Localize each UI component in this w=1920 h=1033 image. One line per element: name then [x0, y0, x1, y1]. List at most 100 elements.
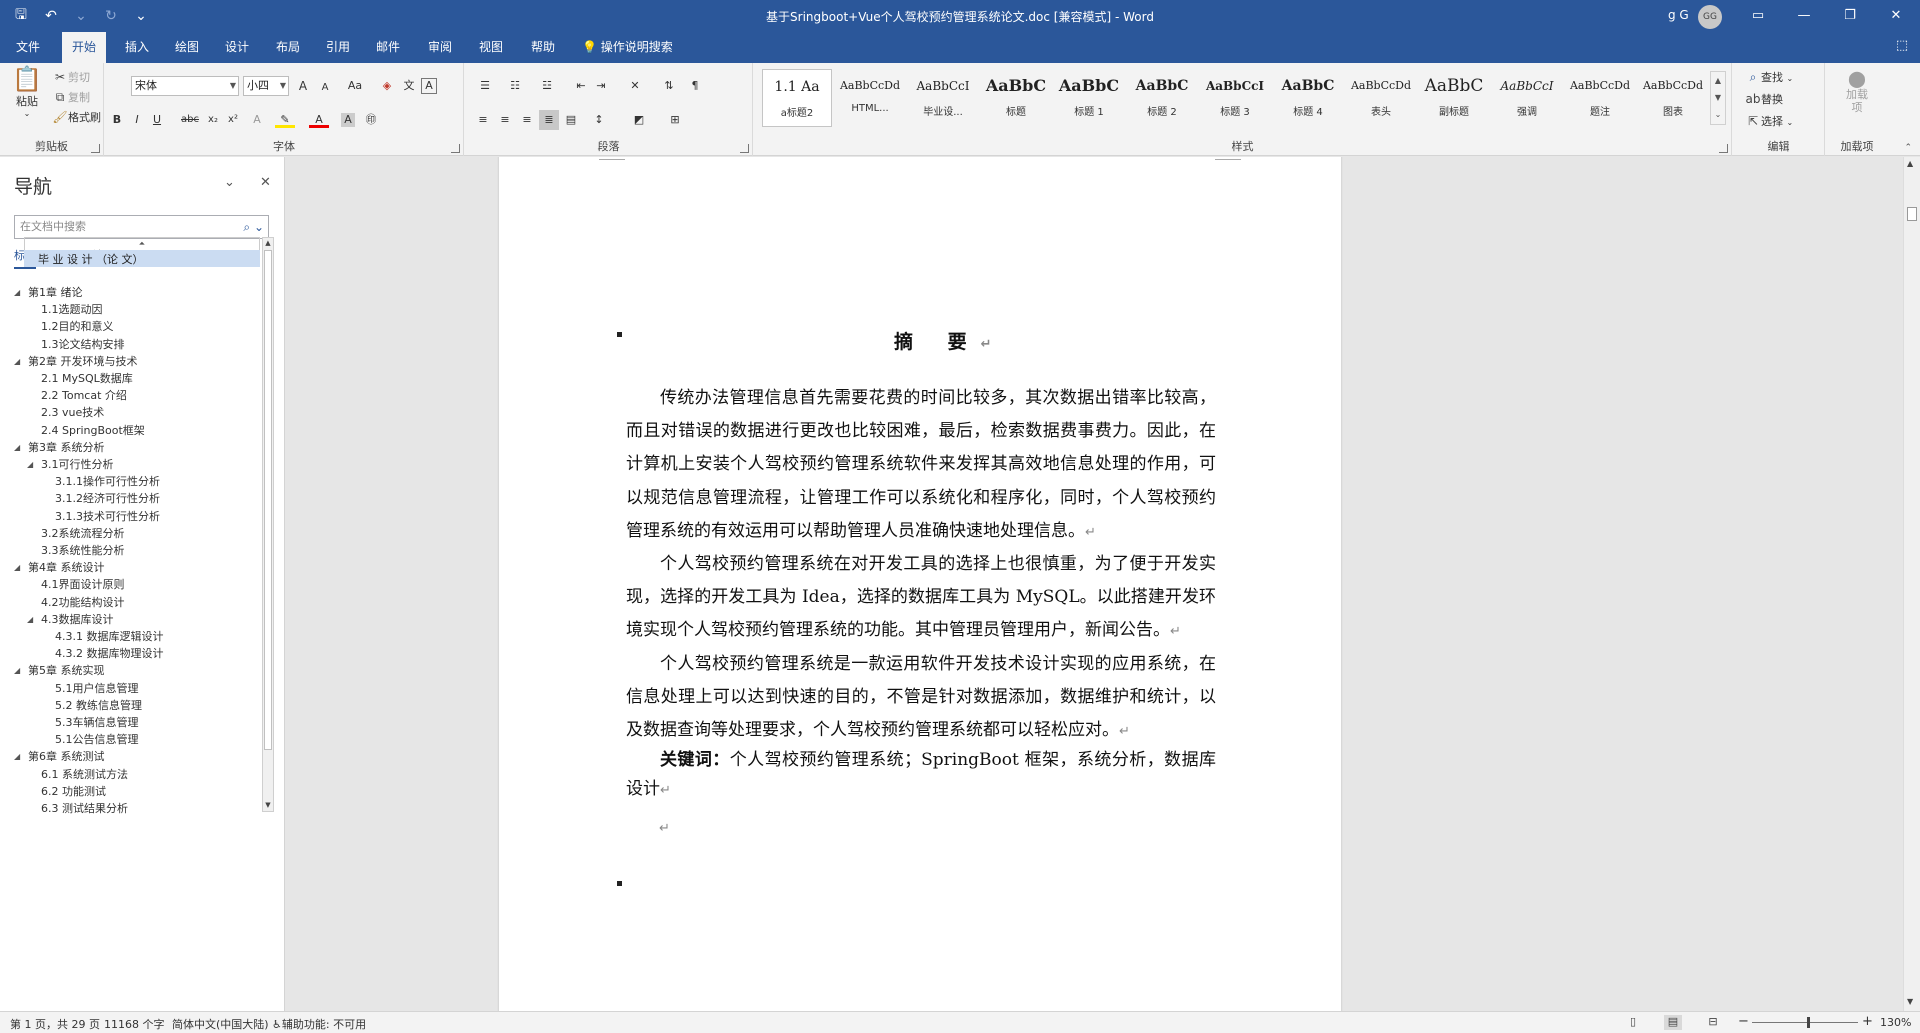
- read-mode-icon[interactable]: ▯: [1624, 1015, 1642, 1030]
- word-count[interactable]: 11168 个字: [104, 1016, 165, 1032]
- nav-heading-item[interactable]: 1.3论文结构安排: [41, 336, 125, 353]
- zoom-level[interactable]: 130%: [1880, 1016, 1911, 1029]
- expand-triangle-icon[interactable]: ◢: [14, 284, 20, 301]
- nav-heading-item[interactable]: ◢ 第3章 系统分析: [14, 439, 105, 456]
- print-layout-icon[interactable]: ▤: [1664, 1015, 1682, 1030]
- style-item[interactable]: AaBbC 标题 1: [1054, 69, 1124, 127]
- underline-button[interactable]: U: [147, 110, 167, 130]
- tab-review[interactable]: 审阅: [418, 32, 462, 63]
- grow-font-button[interactable]: A: [293, 76, 313, 96]
- style-item[interactable]: AaBbCcI 强调: [1492, 69, 1562, 127]
- style-item[interactable]: AaBbC 标题 4: [1273, 69, 1343, 127]
- nav-heading-item[interactable]: 2.4 SpringBoot框架: [41, 422, 145, 439]
- zoom-in-button[interactable]: +: [1862, 1014, 1873, 1029]
- font-color-icon[interactable]: A: [309, 110, 329, 128]
- nav-heading-item[interactable]: 2.1 MySQL数据库: [41, 370, 133, 387]
- nav-heading-item[interactable]: ◢ 第4章 系统设计: [14, 559, 105, 576]
- text-effects-icon[interactable]: A: [247, 110, 267, 130]
- zoom-slider-knob[interactable]: [1807, 1017, 1810, 1028]
- character-border-icon[interactable]: A: [421, 78, 437, 94]
- clear-formatting-icon[interactable]: ◈: [377, 76, 397, 96]
- style-item[interactable]: AaBbCcDd 题注: [1565, 69, 1635, 127]
- nav-heading-item[interactable]: 2.2 Tomcat 介绍: [41, 387, 127, 404]
- ribbon-display-options-icon[interactable]: ▭: [1735, 0, 1781, 32]
- line-spacing-icon[interactable]: ↕: [589, 110, 609, 130]
- tab-view[interactable]: 视图: [469, 32, 513, 63]
- styles-scroll[interactable]: ▲ ▼ ⌄: [1710, 71, 1726, 125]
- nav-heading-item[interactable]: 4.1界面设计原则: [41, 576, 125, 593]
- nav-heading-item[interactable]: ◢ 第5章 系统实现: [14, 662, 105, 679]
- strikethrough-button[interactable]: abc: [177, 110, 203, 130]
- expand-triangle-icon[interactable]: ◢: [14, 559, 20, 576]
- tab-mailings[interactable]: 邮件: [366, 32, 410, 63]
- nav-heading-item[interactable]: 3.3系统性能分析: [41, 542, 125, 559]
- avatar[interactable]: GG: [1698, 5, 1722, 29]
- bullets-icon[interactable]: ☰: [475, 76, 495, 96]
- multilevel-list-icon[interactable]: ☳: [537, 76, 557, 96]
- justify-icon[interactable]: ≣: [539, 110, 559, 130]
- nav-scroll-thumb[interactable]: [264, 250, 272, 750]
- align-center-icon[interactable]: ≡: [495, 110, 515, 130]
- show-marks-icon[interactable]: ¶: [685, 76, 705, 96]
- font-launcher-icon[interactable]: [451, 144, 460, 153]
- tab-home[interactable]: 开始: [62, 32, 107, 63]
- document-page[interactable]: 摘 要↵ 传统办法管理信息首先需要花费的时间比较多，其次数据出错率比较高，而且对…: [499, 157, 1341, 1011]
- minimize-button[interactable]: —: [1781, 0, 1827, 32]
- enclose-characters-icon[interactable]: ㊞: [361, 110, 381, 130]
- collapse-share-icon[interactable]: ⬚: [1892, 38, 1912, 58]
- tab-insert[interactable]: 插入: [115, 32, 159, 63]
- nav-heading-item[interactable]: 1.1选题动因: [41, 301, 103, 318]
- expand-triangle-icon[interactable]: ◢: [14, 439, 20, 456]
- replace-button[interactable]: ab替换: [1745, 91, 1784, 107]
- collapse-ribbon-icon[interactable]: ⌃: [1904, 143, 1912, 153]
- increase-indent-icon[interactable]: ⇥: [591, 76, 611, 96]
- style-item[interactable]: AaBbCcI 毕业设...: [908, 69, 978, 127]
- document-scroll-thumb[interactable]: [1907, 207, 1917, 221]
- select-button[interactable]: ⇱ 选择 ⌄: [1745, 113, 1793, 129]
- shading-icon[interactable]: ◩: [629, 110, 649, 130]
- language-indicator[interactable]: 简体中文(中国大陆): [172, 1016, 269, 1032]
- phonetic-guide-icon[interactable]: 文: [399, 76, 419, 96]
- accessibility-indicator[interactable]: ♿辅助功能: 不可用: [272, 1016, 366, 1032]
- chinese-layout-icon[interactable]: ✕: [625, 76, 645, 96]
- shrink-font-button[interactable]: A: [315, 78, 335, 98]
- search-icon[interactable]: ⌕ ⌄: [243, 216, 264, 238]
- find-button[interactable]: ⌕ 查找 ⌄: [1745, 69, 1794, 85]
- expand-triangle-icon[interactable]: ◢: [27, 456, 33, 473]
- nav-heading-item[interactable]: ◢ 4.3数据库设计: [27, 611, 114, 628]
- scroll-up-icon[interactable]: ▲: [1907, 159, 1913, 168]
- nav-heading-item[interactable]: 6.3 测试结果分析: [41, 800, 128, 817]
- tab-layout[interactable]: 布局: [266, 32, 310, 63]
- change-case-button[interactable]: Aa: [341, 76, 369, 96]
- align-left-icon[interactable]: ≡: [473, 110, 493, 130]
- nav-heading-item[interactable]: 1.2目的和意义: [41, 318, 114, 335]
- style-item[interactable]: AaBbC 标题: [981, 69, 1051, 127]
- expand-triangle-icon[interactable]: ◢: [14, 353, 20, 370]
- italic-button[interactable]: I: [127, 110, 147, 130]
- zoom-slider[interactable]: [1752, 1022, 1858, 1023]
- font-size-combo[interactable]: 小四 ▼: [243, 76, 289, 96]
- paste-button[interactable]: 📋 粘贴 ⌄: [12, 65, 42, 118]
- style-item[interactable]: 1.1 Aa a标题2: [762, 69, 832, 127]
- tab-references[interactable]: 引用: [316, 32, 360, 63]
- restore-button[interactable]: ❐: [1827, 0, 1873, 32]
- nav-heading-item[interactable]: ◢ 第6章 系统测试: [14, 748, 105, 765]
- tell-me-search[interactable]: 💡 操作说明搜索: [582, 32, 673, 63]
- nav-heading-item[interactable]: 3.1.1操作可行性分析: [55, 473, 160, 490]
- nav-heading-item[interactable]: 4.3.2 数据库物理设计: [55, 645, 164, 662]
- nav-heading-item[interactable]: ◢ 第1章 绪论: [14, 284, 83, 301]
- nav-heading-item[interactable]: ◢ 3.1可行性分析: [27, 456, 114, 473]
- distributed-icon[interactable]: ▤: [561, 110, 581, 130]
- subscript-button[interactable]: x₂: [203, 110, 223, 130]
- nav-heading-item[interactable]: 5.3车辆信息管理: [55, 714, 139, 731]
- close-icon[interactable]: ✕: [260, 175, 271, 190]
- tab-design[interactable]: 设计: [215, 32, 259, 63]
- nav-heading-item[interactable]: 5.2 教练信息管理: [55, 697, 142, 714]
- highlight-icon[interactable]: ✎: [275, 110, 295, 128]
- font-name-combo[interactable]: 宋体 ▼: [131, 76, 239, 96]
- decrease-indent-icon[interactable]: ⇤: [571, 76, 591, 96]
- style-item[interactable]: AaBbC 副标题: [1419, 69, 1489, 127]
- style-item[interactable]: AaBbCcDd HTML...: [835, 69, 905, 127]
- nav-heading-item[interactable]: 3.2系统流程分析: [41, 525, 125, 542]
- close-button[interactable]: ✕: [1873, 0, 1919, 32]
